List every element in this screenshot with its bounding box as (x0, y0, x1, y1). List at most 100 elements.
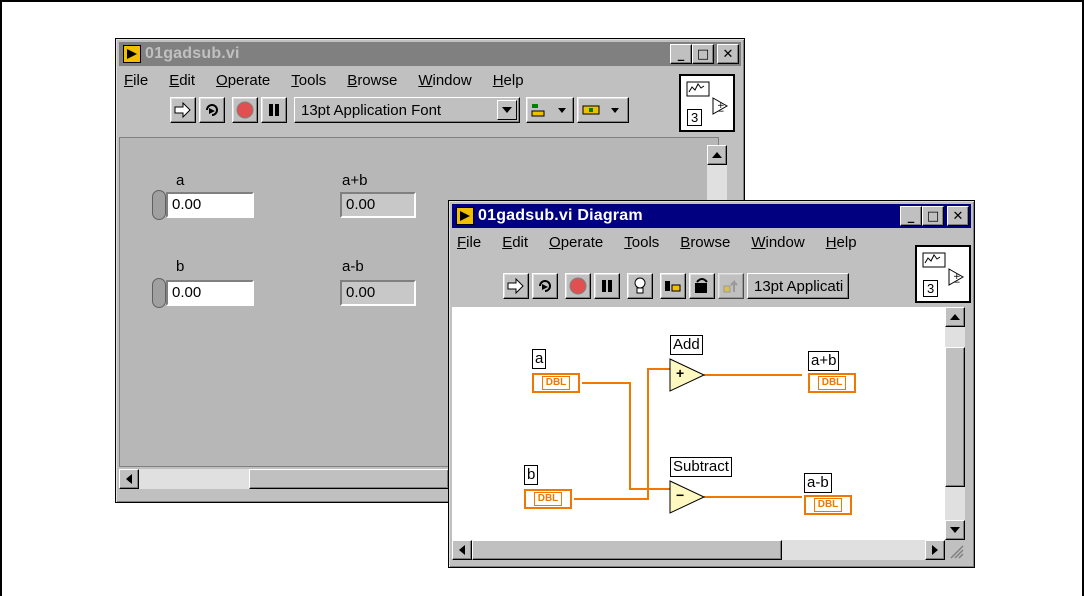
menu-help[interactable]: Help (826, 234, 857, 251)
scroll-left-button[interactable] (119, 469, 139, 489)
block-diagram-canvas[interactable]: + − a DBL b DBL Add Subtract a+b DBL a-b… (452, 307, 945, 540)
add-node-symbol: + (676, 365, 685, 381)
close-button[interactable]: ✕ (947, 206, 969, 226)
menu-window[interactable]: Window (418, 72, 471, 89)
menu-browse[interactable]: Browse (347, 72, 397, 89)
resize-grip-icon[interactable] (945, 540, 965, 560)
indicator-diff-value: 0.00 (340, 280, 416, 306)
indicator-sum-label: a+b (808, 351, 840, 371)
menu-label-rest: ools (631, 233, 660, 251)
scroll-up-button[interactable] (707, 145, 727, 165)
stop-sign-icon (236, 101, 254, 119)
menu-mnemonic: W (418, 71, 433, 89)
minimize-button[interactable]: _ (670, 44, 692, 64)
terminal-a[interactable]: DBL (532, 373, 580, 393)
menu-file[interactable]: File (457, 234, 481, 251)
menu-tools[interactable]: Tools (624, 234, 659, 251)
front-panel-menubar: File Edit Operate Tools Browse Window Help (120, 69, 541, 91)
control-b-label: b (176, 258, 185, 275)
maximize-button[interactable]: □ (922, 206, 944, 226)
scroll-down-button[interactable] (945, 520, 965, 540)
distribute-objects-button[interactable] (577, 97, 629, 123)
run-button[interactable] (170, 97, 196, 123)
block-diagram-titlebar[interactable]: 01gadsub.vi Diagram _ □ ✕ (452, 204, 971, 228)
control-a-label: a (176, 172, 185, 189)
block-diagram-title: 01gadsub.vi Diagram (478, 207, 643, 224)
scroll-up-button[interactable] (945, 307, 965, 327)
menu-file[interactable]: File (124, 72, 148, 89)
vertical-scroll-thumb[interactable] (945, 347, 965, 487)
pause-icon (269, 104, 279, 116)
block-diagram-window: 01gadsub.vi Diagram _ □ ✕ File Edit Operat… (448, 200, 975, 568)
block-diagram-horizontal-scrollbar[interactable] (452, 540, 945, 560)
terminal-b[interactable]: DBL (524, 489, 572, 509)
step-out-button[interactable] (718, 273, 744, 299)
close-button[interactable]: ✕ (717, 44, 739, 64)
run-continuously-button[interactable] (199, 97, 225, 123)
menu-mnemonic: E (502, 233, 513, 251)
menu-edit[interactable]: Edit (502, 234, 528, 251)
menu-mnemonic: T (624, 233, 632, 251)
align-objects-button[interactable] (526, 97, 574, 123)
vi-connector-pane[interactable]: + − 3 (679, 74, 735, 132)
menu-label-rest: dit (512, 233, 529, 251)
indicator-diff-terminal[interactable]: DBL (804, 495, 852, 515)
menu-browse[interactable]: Browse (680, 234, 730, 251)
menu-label-rest: ools (298, 71, 327, 89)
indicator-diff-label: a-b (342, 258, 364, 275)
subtract-node-label: Subtract (670, 457, 732, 477)
lightbulb-icon (634, 277, 646, 294)
connector-count: 3 (923, 280, 939, 297)
abort-button[interactable] (565, 273, 591, 299)
menu-mnemonic: H (492, 71, 504, 89)
abort-button[interactable] (232, 97, 258, 123)
menu-label-rest: ile (133, 71, 149, 89)
highlight-execution-button[interactable] (627, 273, 653, 299)
scroll-left-button[interactable] (452, 540, 472, 560)
svg-text:−: − (717, 107, 725, 117)
menu-operate[interactable]: Operate (549, 234, 603, 251)
font-selector[interactable]: 13pt Application Font (294, 97, 520, 123)
run-continuously-icon (539, 280, 551, 292)
vi-connector-pane[interactable]: + − 3 (915, 245, 971, 303)
menu-edit[interactable]: Edit (169, 72, 195, 89)
control-b-input[interactable]: 0.00 (166, 280, 254, 306)
chevron-down-icon (497, 100, 517, 120)
arrow-right-icon (932, 545, 938, 555)
menu-label-rest: ile (466, 233, 482, 251)
pause-button[interactable] (594, 273, 620, 299)
retain-wire-values-button[interactable] (660, 273, 686, 299)
font-selector[interactable]: 13pt Applicati (747, 273, 849, 299)
block-diagram-toolbar: 13pt Applicati (503, 271, 855, 301)
pause-button[interactable] (261, 97, 287, 123)
menu-help[interactable]: Help (493, 72, 524, 89)
connector-count: 3 (687, 109, 703, 126)
run-button[interactable] (503, 273, 529, 299)
minimize-button[interactable]: _ (900, 206, 922, 226)
control-b-increment[interactable] (152, 278, 166, 308)
menu-label-rest: rowse (357, 71, 398, 89)
control-a-increment[interactable] (152, 190, 166, 220)
front-panel-horizontal-scrollbar[interactable] (119, 469, 499, 489)
scroll-right-button[interactable] (925, 540, 945, 560)
maximize-button[interactable]: □ (692, 44, 714, 64)
step-into-icon (695, 278, 708, 293)
menu-mnemonic: O (549, 233, 561, 251)
indicator-sum-terminal[interactable]: DBL (808, 373, 856, 393)
run-continuously-button[interactable] (532, 273, 558, 299)
step-out-icon (723, 279, 738, 293)
horizontal-scroll-thumb[interactable] (249, 469, 449, 489)
front-panel-title: 01gadsub.vi (145, 45, 240, 62)
menu-mnemonic: W (751, 233, 766, 251)
block-diagram-vertical-scrollbar[interactable] (945, 307, 965, 540)
horizontal-scroll-thumb[interactable] (472, 540, 782, 560)
menu-tools[interactable]: Tools (291, 72, 326, 89)
run-continuously-icon (206, 104, 218, 116)
control-a-input[interactable]: 0.00 (166, 192, 254, 218)
terminal-b-type: DBL (533, 492, 563, 506)
align-objects-icon (531, 104, 566, 117)
step-into-button[interactable] (689, 273, 715, 299)
front-panel-titlebar[interactable]: 01gadsub.vi _ □ ✕ (119, 42, 741, 66)
menu-operate[interactable]: Operate (216, 72, 270, 89)
menu-window[interactable]: Window (751, 234, 804, 251)
